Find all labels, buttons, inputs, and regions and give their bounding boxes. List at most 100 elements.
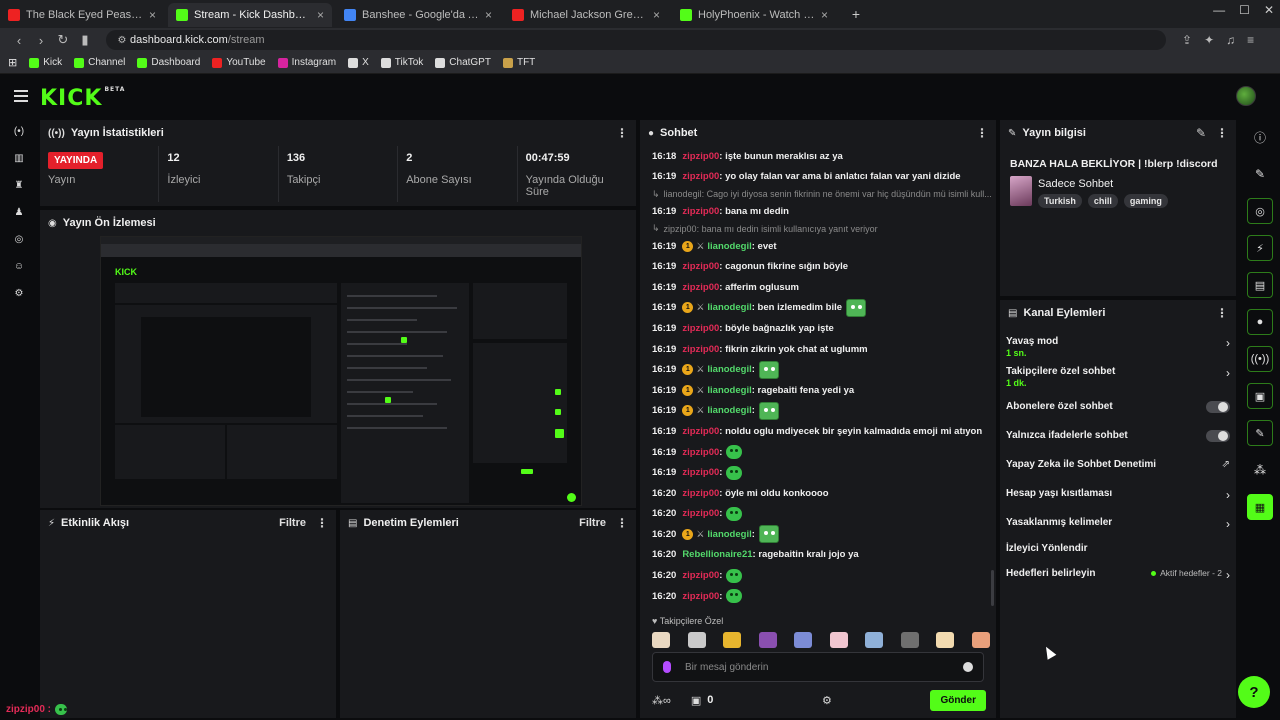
emote-button[interactable] [652, 632, 670, 648]
message-username[interactable]: Rebellionaire21 [682, 549, 752, 560]
message-username[interactable]: lianodegil [707, 364, 751, 375]
emote-button[interactable] [723, 632, 742, 648]
close-tab-icon[interactable]: × [317, 8, 324, 22]
chat-message[interactable]: 16:20 1 ⚔ lianodegil: [652, 524, 996, 545]
close-tab-icon[interactable]: × [485, 8, 492, 22]
extensions-icon[interactable]: ✦ [1204, 33, 1214, 47]
message-username[interactable]: zipzip00 [682, 323, 719, 334]
chevron-right-icon[interactable]: › [1226, 366, 1230, 380]
emote-only-toggle[interactable] [1206, 430, 1230, 442]
chat-scrollbar[interactable] [991, 570, 994, 606]
message-username[interactable]: zipzip00 [682, 206, 719, 217]
message-username[interactable]: zipzip00 [682, 261, 719, 272]
emote-button[interactable] [865, 632, 884, 648]
chat-message[interactable]: 16:20 zipzip00: [652, 586, 996, 607]
emoji-picker-icon[interactable] [963, 662, 973, 672]
banned-words-row[interactable]: Yasaklanmış kelimeler › [1006, 517, 1230, 531]
chevron-right-icon[interactable]: › [1226, 568, 1230, 582]
message-username[interactable]: zipzip00 [682, 426, 719, 437]
kebab-menu-icon[interactable]: ⋮ [316, 516, 328, 530]
emote-button[interactable] [936, 632, 955, 648]
edit-icon[interactable]: ✎ [1196, 126, 1206, 140]
stream-preview-video[interactable]: KICK [100, 236, 582, 506]
share-icon[interactable]: ⇪ [1182, 33, 1192, 47]
back-icon[interactable]: ‹ [8, 33, 30, 48]
kebab-menu-icon[interactable]: ⋮ [1216, 306, 1228, 320]
hamburger-menu-icon[interactable] [14, 90, 28, 102]
message-username[interactable]: zipzip00 [682, 467, 719, 478]
slow-mode-row[interactable]: Yavaş mod 1 sn. › [1006, 336, 1230, 358]
send-button[interactable]: Gönder [930, 689, 986, 711]
filter-button[interactable]: Filtre [579, 517, 606, 529]
message-username[interactable]: zipzip00 [682, 570, 719, 581]
music-icon[interactable]: ♫ [1226, 33, 1235, 47]
lightning-tool-icon[interactable]: ⚡ [1247, 235, 1273, 261]
chevron-right-icon[interactable]: › [1226, 336, 1230, 350]
emote-button[interactable] [794, 632, 813, 648]
kebab-menu-icon[interactable]: ⋮ [616, 516, 628, 530]
chat-message[interactable]: 16:18 zipzip00: işte bunun meraklısı az y… [652, 146, 996, 167]
tag[interactable]: Turkish [1038, 194, 1082, 208]
reply-context[interactable]: ↳ lianodegil: Cago iyi diyosa senin fikri… [652, 187, 996, 201]
emote-button[interactable] [758, 632, 777, 648]
bookmark-item[interactable]: ChatGPT [435, 57, 491, 68]
broadcast-icon[interactable]: (•) [0, 118, 38, 145]
browser-tab[interactable]: Banshee - Google'da Ara × [336, 3, 500, 27]
message-username[interactable]: zipzip00 [682, 591, 719, 602]
account-age-row[interactable]: Hesap yaşı kısıtlaması › [1006, 488, 1230, 502]
browser-tab[interactable]: The Black Eyed Peas - I Gotta Feeling × [0, 3, 164, 27]
menu-icon[interactable]: ≡ [1247, 33, 1254, 47]
chat-message[interactable]: 16:19 1 ⚔ lianodegil: evet [652, 236, 996, 257]
filter-button[interactable]: Filtre [279, 517, 306, 529]
wrench-tool-icon[interactable]: ✎ [1247, 420, 1273, 446]
browser-tab[interactable]: HolyPhoenix - Watch the VOD on Ki × [672, 3, 836, 27]
chat-messages[interactable]: 16:18 zipzip00: işte bunun meraklısı az y… [640, 146, 996, 616]
chat-message-input[interactable] [685, 661, 963, 673]
chat-message[interactable]: 16:19 1 ⚔ lianodegil: [652, 359, 996, 380]
ai-moderation-row[interactable]: Yapay Zeka ile Sohbet Denetimi ⇗ [1006, 459, 1230, 470]
chat-message[interactable]: 16:19 1 ⚔ lianodegil: ragebaiti fena yedi y… [652, 380, 996, 401]
bookmark-item[interactable]: YouTube [212, 57, 266, 68]
chat-message[interactable]: 16:19 zipzip00: afferim oglusum [652, 277, 996, 298]
moderation-tool-icon[interactable]: ◎ [1247, 198, 1273, 224]
message-username[interactable]: zipzip00 [682, 282, 719, 293]
chat-message[interactable]: 16:19 1 ⚔ lianodegil: [652, 401, 996, 422]
close-tab-icon[interactable]: × [149, 8, 156, 22]
document-tool-icon[interactable]: ▤ [1247, 272, 1273, 298]
reply-context[interactable]: ↳ zipzip00: bana mı dedin isimli kullanıc… [652, 222, 996, 236]
message-username[interactable]: zipzip00 [682, 447, 719, 458]
help-button[interactable]: ? [1238, 676, 1270, 708]
chat-message[interactable]: 16:20 zipzip00: öyle mi oldu konkoooo [652, 483, 996, 504]
chat-message[interactable]: 16:19 zipzip00: bana mı dedin [652, 201, 996, 222]
subscribers-only-toggle[interactable] [1206, 401, 1230, 413]
users-icon[interactable]: ☺ [0, 253, 38, 280]
chat-message[interactable]: 16:19 zipzip00: noldu oglu mdiyecek bir ş… [652, 421, 996, 442]
bookmark-item[interactable]: Dashboard [137, 57, 200, 68]
chat-message[interactable]: 16:19 1 ⚔ lianodegil: ben izlemedim bile [652, 298, 996, 319]
site-info-icon[interactable]: ⚙ [114, 35, 130, 46]
close-tab-icon[interactable]: × [821, 8, 828, 22]
emote-button[interactable] [829, 632, 848, 648]
microphone-icon[interactable] [663, 661, 671, 673]
message-username[interactable]: zipzip00 [682, 344, 719, 355]
bookmark-item[interactable]: Kick [29, 57, 62, 68]
goals-row[interactable]: Hedefleri belirleyin Aktif hedefler - 2 … [1006, 568, 1230, 582]
chevron-right-icon[interactable]: › [1226, 488, 1230, 502]
avatar[interactable] [1236, 86, 1256, 106]
apps-icon[interactable]: ⊞ [8, 56, 17, 69]
community-icon[interactable]: ♟ [0, 199, 38, 226]
url-field[interactable]: ⚙ dashboard.kick.com/stream [106, 30, 1166, 50]
settings-icon[interactable]: ⚙ [0, 280, 38, 307]
trophy-icon[interactable]: ♜ [0, 172, 38, 199]
chevron-right-icon[interactable]: › [1226, 517, 1230, 531]
emote-button[interactable] [687, 632, 706, 648]
maximize-icon[interactable]: ☐ [1239, 3, 1250, 17]
moderation-icon[interactable]: ◎ [0, 226, 38, 253]
kebab-menu-icon[interactable]: ⋮ [976, 126, 988, 140]
bookmark-item[interactable]: TikTok [380, 57, 423, 68]
bookmark-item[interactable]: X [348, 57, 369, 68]
add-widget-icon[interactable]: ⁂ [1247, 457, 1273, 483]
external-link-icon[interactable]: ⇗ [1222, 459, 1230, 470]
message-username[interactable]: lianodegil [707, 529, 751, 540]
message-username[interactable]: zipzip00 [682, 171, 719, 182]
